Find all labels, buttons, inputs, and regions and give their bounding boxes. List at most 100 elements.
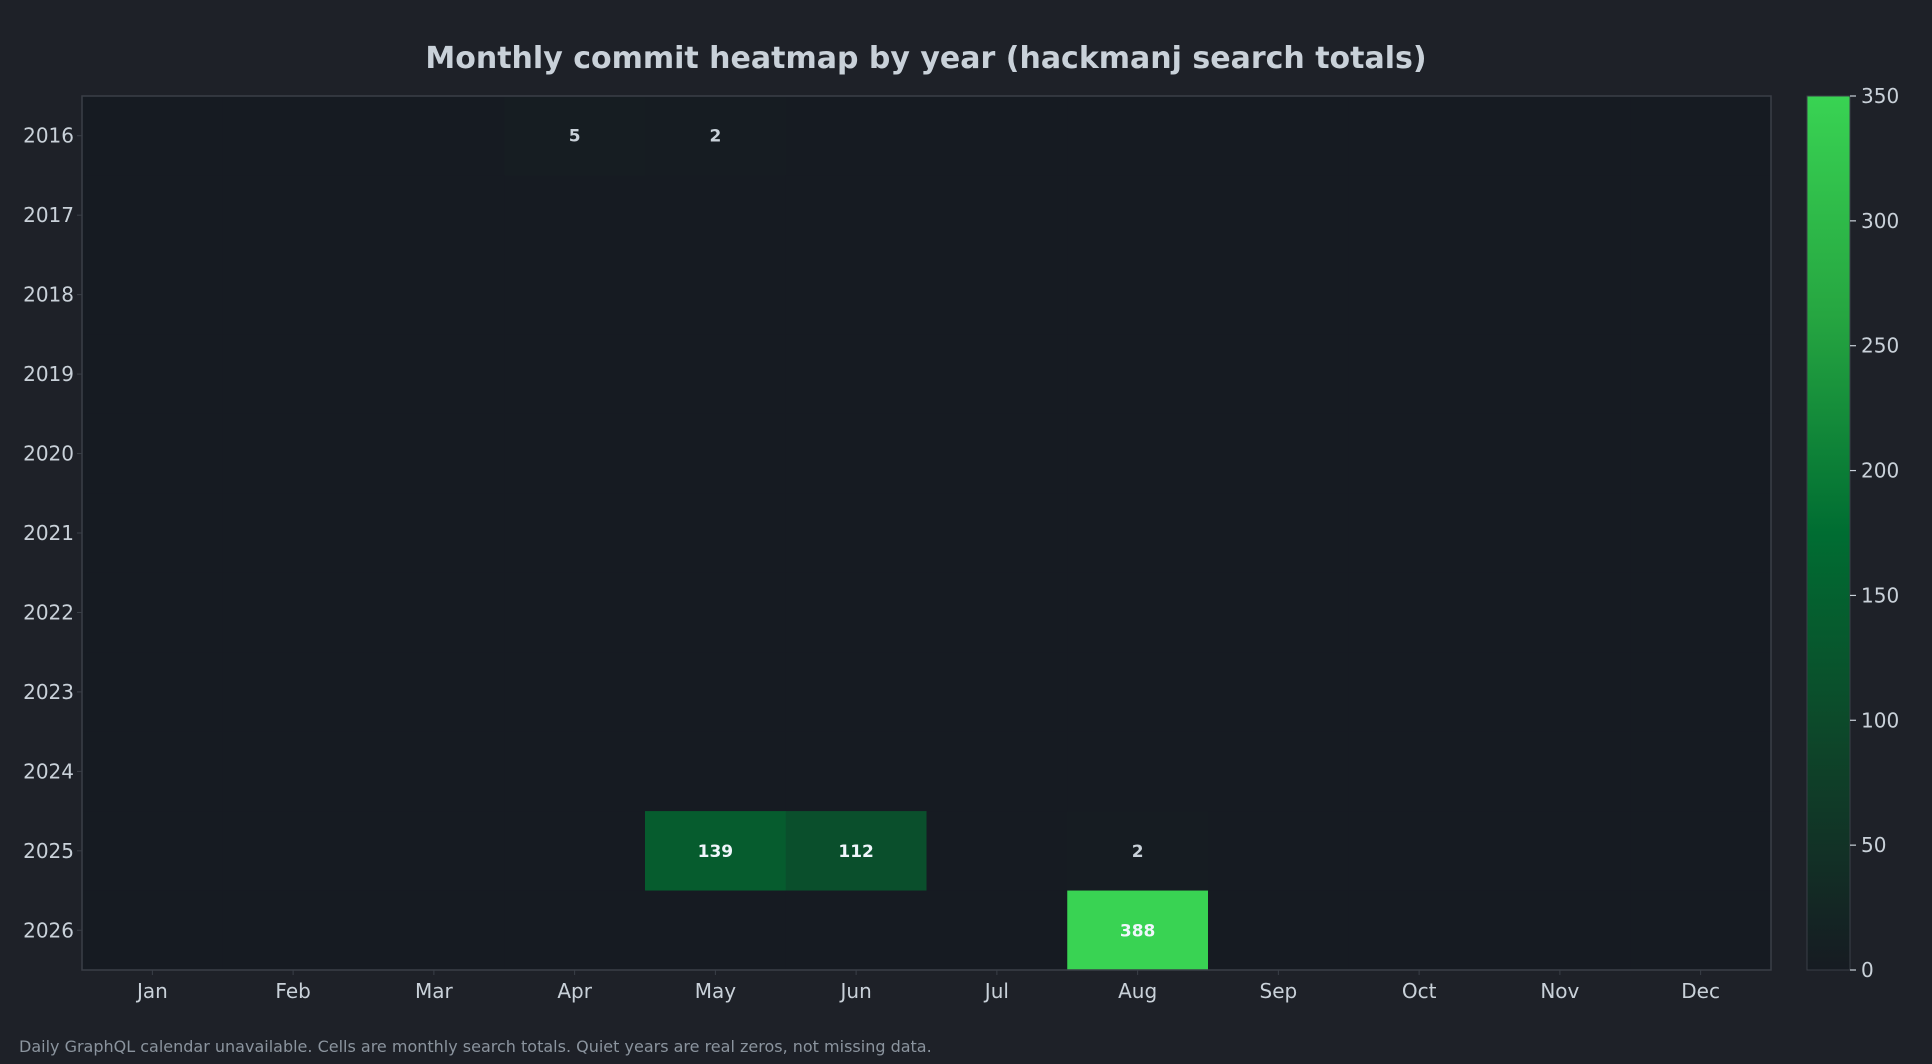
heatmap-cell-2020-dec bbox=[1630, 413, 1772, 494]
heatmap-cell-2026-dec bbox=[1630, 890, 1772, 971]
heatmap-cell-2021-jan bbox=[82, 493, 224, 574]
heatmap-cell-2019-jul bbox=[926, 334, 1068, 415]
heatmap-cell-2017-mar bbox=[363, 175, 505, 256]
heatmap-cell-2018-mar bbox=[363, 254, 505, 335]
x-tick-label: Nov bbox=[1540, 979, 1579, 1003]
y-tick-label: 2024 bbox=[23, 759, 74, 783]
heatmap-cell-2024-oct bbox=[1348, 731, 1490, 812]
heatmap-cell-2023-dec bbox=[1630, 652, 1772, 733]
heatmap-cell-2025-feb bbox=[222, 811, 364, 892]
heatmap-cell-2023-may bbox=[645, 652, 787, 733]
cell-value-label: 388 bbox=[1120, 921, 1156, 941]
heatmap-cell-2024-dec bbox=[1630, 731, 1772, 812]
footnote: Daily GraphQL calendar unavailable. Cell… bbox=[19, 1037, 932, 1056]
x-tick-label: Mar bbox=[415, 979, 454, 1003]
colorbar-tick-label: 100 bbox=[1861, 708, 1899, 732]
heatmap-cell-2022-feb bbox=[222, 572, 364, 653]
x-tick-label: Jul bbox=[983, 979, 1009, 1003]
x-tick-label: May bbox=[695, 979, 737, 1003]
heatmap-cell-2020-jan bbox=[82, 413, 224, 494]
heatmap-cell-2022-oct bbox=[1348, 572, 1490, 653]
heatmap-cell-2019-may bbox=[645, 334, 787, 415]
y-tick-label: 2019 bbox=[23, 362, 74, 386]
x-tick-label: Jun bbox=[839, 979, 872, 1003]
heatmap-cell-2019-mar bbox=[363, 334, 505, 415]
colorbar-tick-label: 200 bbox=[1861, 459, 1899, 483]
heatmap-cell-2019-nov bbox=[1489, 334, 1631, 415]
heatmap-cell-2026-may bbox=[645, 890, 787, 971]
heatmap-cell-2023-oct bbox=[1348, 652, 1490, 733]
y-tick-label: 2026 bbox=[23, 918, 74, 942]
heatmap-cell-2024-mar bbox=[363, 731, 505, 812]
heatmap-cell-2017-jun bbox=[785, 175, 927, 256]
heatmap-cell-2026-apr bbox=[504, 890, 646, 971]
y-tick-label: 2023 bbox=[23, 680, 74, 704]
heatmap-cell-2021-dec bbox=[1630, 493, 1772, 574]
heatmap-cell-2021-feb bbox=[222, 493, 364, 574]
heatmap-cell-2022-jul bbox=[926, 572, 1068, 653]
y-tick-label: 2018 bbox=[23, 283, 74, 307]
heatmap-cell-2021-oct bbox=[1348, 493, 1490, 574]
heatmap-cell-2024-may bbox=[645, 731, 787, 812]
heatmap-cell-2021-aug bbox=[1067, 493, 1209, 574]
heatmap-cell-2019-oct bbox=[1348, 334, 1490, 415]
heatmap-cell-2020-nov bbox=[1489, 413, 1631, 494]
heatmap-cell-2019-aug bbox=[1067, 334, 1209, 415]
heatmap-cell-2019-jun bbox=[785, 334, 927, 415]
heatmap-cell-2020-oct bbox=[1348, 413, 1490, 494]
heatmap-cell-2016-sep bbox=[1208, 96, 1350, 176]
heatmap-cell-2018-oct bbox=[1348, 254, 1490, 335]
heatmap-cell-2017-dec bbox=[1630, 175, 1772, 256]
heatmap-cell-2017-apr bbox=[504, 175, 646, 256]
x-tick-label: Apr bbox=[557, 979, 592, 1003]
heatmap-cell-2023-apr bbox=[504, 652, 646, 733]
heatmap-cell-2026-feb bbox=[222, 890, 364, 971]
colorbar-tick-label: 50 bbox=[1861, 833, 1886, 857]
heatmap-cell-2016-jun bbox=[785, 96, 927, 176]
colorbar-tick-label: 0 bbox=[1861, 958, 1874, 982]
chart-root: Monthly commit heatmap by year (hackmanj… bbox=[0, 0, 1932, 1064]
plot-area: 5 2 139 112 2 388 Jan Feb Mar Apr May Jun Jul Aug Sep O… bbox=[23, 95, 1772, 1003]
heatmap-cell-2025-jul bbox=[926, 811, 1068, 892]
heatmap-cell-2020-jun bbox=[785, 413, 927, 494]
heatmap-cell-2020-jul bbox=[926, 413, 1068, 494]
heatmap-cell-2019-feb bbox=[222, 334, 364, 415]
heatmap-cell-2024-apr bbox=[504, 731, 646, 812]
heatmap-cell-2026-jun bbox=[785, 890, 927, 971]
x-tick-label: Dec bbox=[1681, 979, 1720, 1003]
heatmap-cell-2021-mar bbox=[363, 493, 505, 574]
heatmap-cell-2022-sep bbox=[1208, 572, 1350, 653]
x-tick-label: Jan bbox=[135, 979, 168, 1003]
heatmap-cell-2022-mar bbox=[363, 572, 505, 653]
heatmap-cell-2021-jul bbox=[926, 493, 1068, 574]
colorbar: 0 50 100 150 200 250 300 350 bbox=[1806, 84, 1899, 982]
y-tick-label: 2016 bbox=[23, 124, 74, 148]
heatmap-cell-2016-dec bbox=[1630, 96, 1772, 176]
heatmap-cell-2021-sep bbox=[1208, 493, 1350, 574]
heatmap-cell-2017-aug bbox=[1067, 175, 1209, 256]
heatmap-cell-2016-feb bbox=[222, 96, 364, 176]
heatmap-cell-2024-feb bbox=[222, 731, 364, 812]
y-tick-label: 2020 bbox=[23, 442, 74, 466]
cell-value-label: 2 bbox=[1132, 842, 1144, 862]
heatmap-cell-2021-may bbox=[645, 493, 787, 574]
y-tick-label: 2021 bbox=[23, 521, 74, 545]
heatmap-cell-2020-apr bbox=[504, 413, 646, 494]
heatmap-cell-2026-jul bbox=[926, 890, 1068, 971]
heatmap-cell-2018-nov bbox=[1489, 254, 1631, 335]
heatmap-cell-2024-jun bbox=[785, 731, 927, 812]
cell-value-label: 112 bbox=[838, 842, 874, 862]
x-tick-label: Feb bbox=[275, 979, 310, 1003]
heatmap-cell-2018-sep bbox=[1208, 254, 1350, 335]
heatmap-cell-2018-jan bbox=[82, 254, 224, 335]
heatmap-cell-2023-mar bbox=[363, 652, 505, 733]
heatmap-cell-2024-jan bbox=[82, 731, 224, 812]
heatmap-cell-2018-jul bbox=[926, 254, 1068, 335]
heatmap-cell-2024-jul bbox=[926, 731, 1068, 812]
heatmap-cell-2023-jun bbox=[785, 652, 927, 733]
heatmap-cell-2020-sep bbox=[1208, 413, 1350, 494]
heatmap-cell-2018-feb bbox=[222, 254, 364, 335]
cell-value-label: 5 bbox=[569, 127, 581, 147]
heatmap-cell-2020-may bbox=[645, 413, 787, 494]
heatmap-cell-2022-jan bbox=[82, 572, 224, 653]
